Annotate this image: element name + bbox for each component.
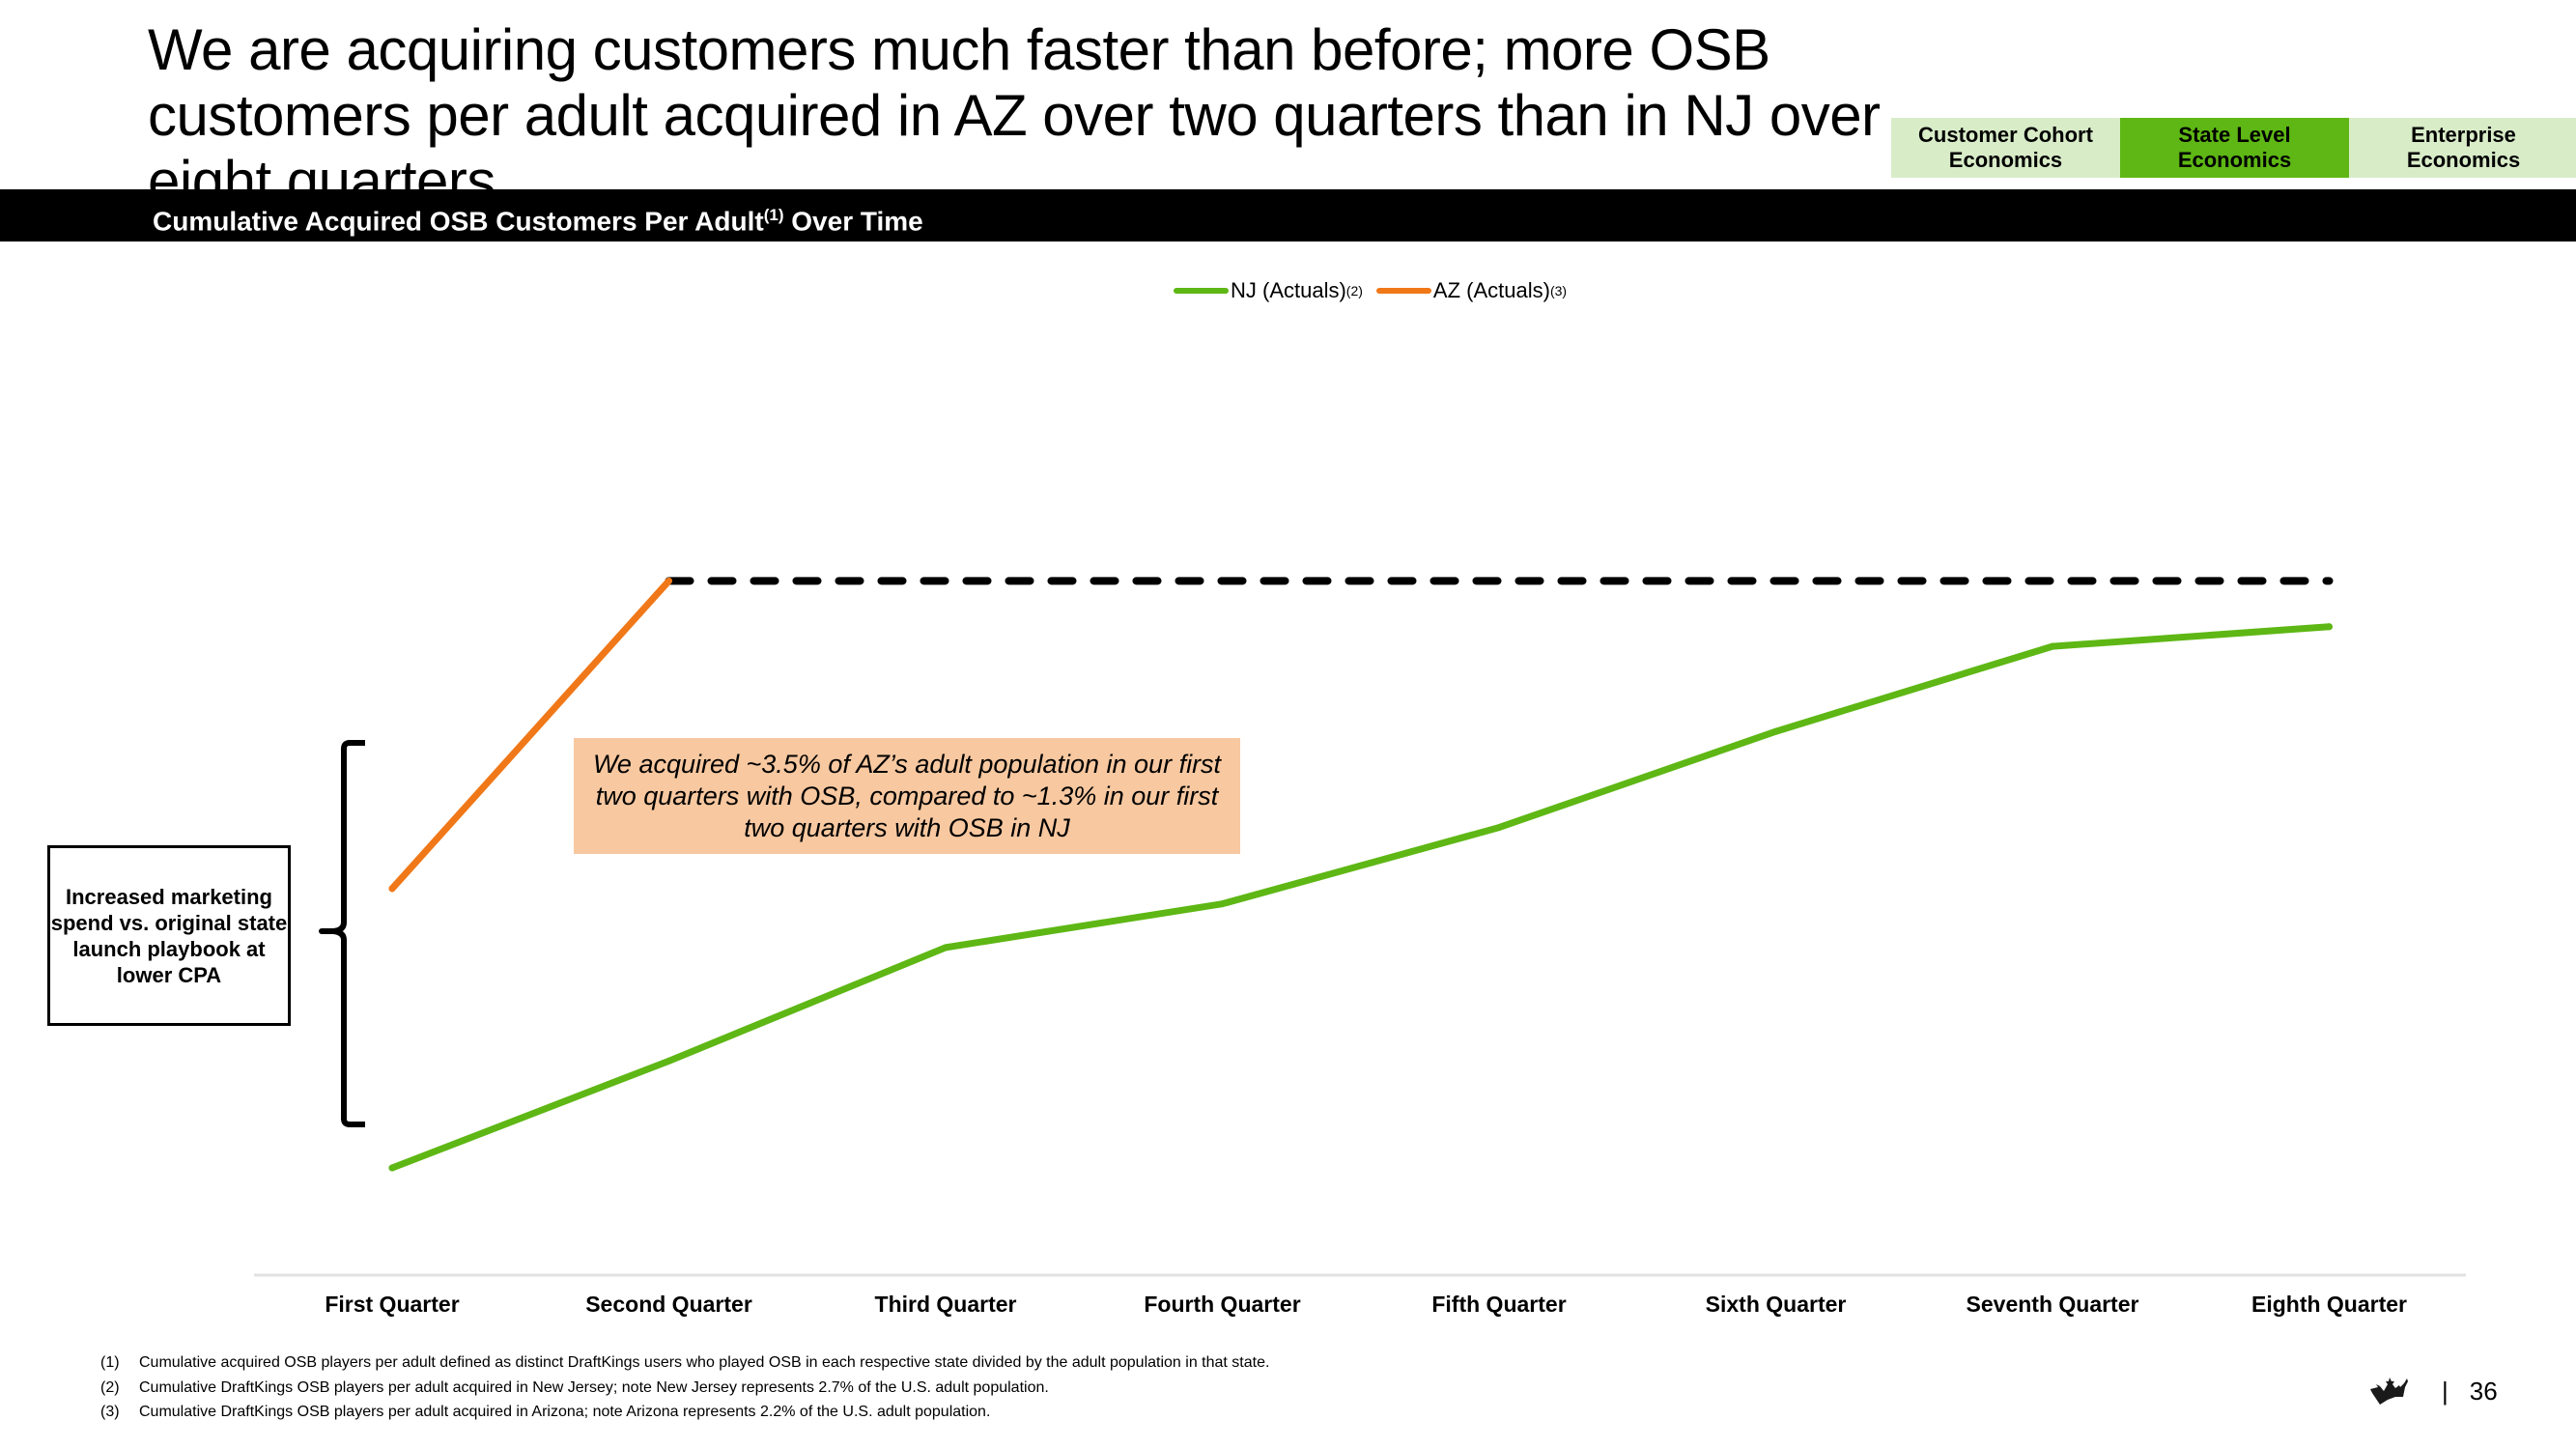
crown-icon (2370, 1378, 2408, 1405)
x-tick-label-first-quarter: First Quarter (325, 1292, 460, 1317)
data-point-nj-actuals-first-quarter (388, 1164, 396, 1172)
footnote-number: (3) (100, 1404, 120, 1420)
data-point-nj-actuals-sixth-quarter (1772, 727, 1779, 735)
callout-annotation: We acquired ~3.5% of AZ’s adult populati… (574, 738, 1240, 854)
x-tick-label-fifth-quarter: Fifth Quarter (1431, 1292, 1567, 1317)
x-tick-label-second-quarter: Second Quarter (585, 1292, 752, 1317)
series-layer (388, 577, 2334, 1172)
page-footer: | 36 (2368, 1376, 2498, 1406)
series-line-nj-actuals (388, 623, 2333, 1172)
footnote-number: (1) (100, 1354, 120, 1371)
page-number: 36 (2469, 1376, 2498, 1406)
x-tick-label-eighth-quarter: Eighth Quarter (2250, 1292, 2407, 1317)
data-point-nj-actuals-third-quarter (942, 944, 949, 952)
data-point-nj-actuals-seventh-quarter (2049, 642, 2056, 650)
data-point-nj-actuals-eighth-quarter (2326, 623, 2333, 631)
footnote-text: Cumulative DraftKings OSB players per ad… (139, 1378, 1049, 1396)
footnotes: (1) Cumulative acquired OSB players per a… (100, 1350, 1269, 1425)
x-tick-label-seventh-quarter: Seventh Quarter (1966, 1292, 2139, 1317)
data-point-nj-actuals-second-quarter (665, 1057, 672, 1065)
x-tick-label-third-quarter: Third Quarter (874, 1292, 1017, 1317)
marketing-note-box: Increased marketing spend vs. original s… (47, 845, 291, 1026)
line-chart (254, 577, 2466, 1277)
x-tick-label-fourth-quarter: Fourth Quarter (1144, 1292, 1301, 1317)
footnote-3: (3) Cumulative DraftKings OSB players per… (100, 1400, 1269, 1425)
data-point-az-actuals-second-quarter (665, 577, 672, 584)
footnote-number: (2) (100, 1378, 120, 1396)
x-tick-label-sixth-quarter: Sixth Quarter (1705, 1292, 1847, 1317)
data-point-nj-actuals-fifth-quarter (1495, 824, 1503, 832)
page-separator: | (2442, 1376, 2449, 1406)
data-point-nj-actuals-fourth-quarter (1219, 900, 1226, 908)
footnote-2: (2) Cumulative DraftKings OSB players per… (100, 1376, 1269, 1401)
footnote-text: Cumulative acquired OSB players per adul… (139, 1354, 1270, 1371)
footnote-text: Cumulative DraftKings OSB players per ad… (139, 1404, 991, 1420)
bracket-icon (319, 740, 365, 1127)
footnote-1: (1) Cumulative acquired OSB players per a… (100, 1350, 1269, 1376)
data-point-az-actuals-first-quarter (388, 885, 396, 893)
